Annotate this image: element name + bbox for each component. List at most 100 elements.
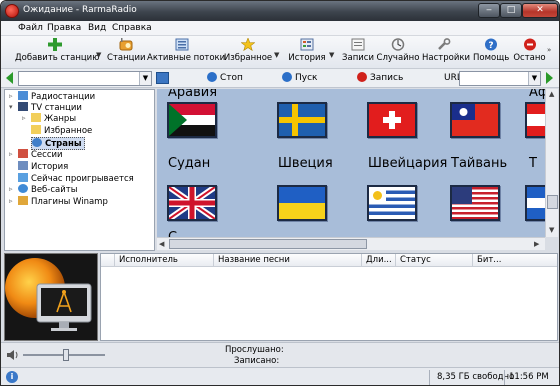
- country-name[interactable]: С: [168, 230, 177, 237]
- stop-button[interactable]: Стоп: [207, 72, 243, 86]
- country-name[interactable]: Швеция: [278, 156, 333, 171]
- flag-partial[interactable]: [525, 102, 545, 138]
- maximize-button[interactable]: □: [500, 3, 522, 18]
- expand-winamp-icon[interactable]: ▹: [9, 198, 16, 205]
- expand-sessions-icon[interactable]: ▹: [9, 151, 16, 158]
- scroll-down-icon[interactable]: ▼: [549, 226, 554, 234]
- flag-partial-2[interactable]: [525, 185, 545, 221]
- volume-slider-knob[interactable]: [63, 349, 69, 361]
- country-name[interactable]: Т: [529, 156, 537, 171]
- history-button[interactable]: История: [287, 38, 327, 68]
- record-button[interactable]: Запись: [357, 72, 403, 86]
- country-name[interactable]: Аравия: [168, 89, 217, 100]
- tree-item-history[interactable]: История: [18, 161, 68, 172]
- flag-ukraine[interactable]: [277, 185, 327, 221]
- records-button[interactable]: Записи: [342, 38, 374, 68]
- flag-taiwan[interactable]: [450, 102, 500, 138]
- scroll-right-icon[interactable]: ▶: [534, 240, 539, 248]
- flag-sweden[interactable]: [277, 102, 327, 138]
- tree-item-label: Радиостанции: [31, 92, 96, 102]
- stations-button[interactable]: Станции: [107, 38, 146, 68]
- play-circle-icon: [282, 72, 292, 82]
- back-arrow-icon[interactable]: [6, 72, 13, 84]
- scroll-up-icon[interactable]: ▲: [549, 90, 554, 98]
- flag-switzerland[interactable]: [367, 102, 417, 138]
- vertical-scroll-thumb[interactable]: [547, 195, 558, 209]
- forward-arrow-icon[interactable]: [546, 72, 553, 84]
- collapse-tv-icon[interactable]: ▾: [9, 104, 16, 111]
- stop-label: Стоп: [220, 73, 243, 83]
- expand-websites-icon[interactable]: ▹: [9, 186, 16, 193]
- country-name[interactable]: Тайвань: [451, 156, 507, 171]
- random-button[interactable]: Случайно: [376, 38, 420, 68]
- country-name[interactable]: Аф: [529, 89, 545, 100]
- menu-file[interactable]: Файл: [18, 23, 43, 33]
- switzerland-flag-icon: [369, 104, 415, 136]
- url-chevron-down-icon[interactable]: ▼: [528, 72, 540, 85]
- column-length[interactable]: Дли...: [362, 254, 396, 267]
- tree-item-genres[interactable]: Жанры: [31, 113, 76, 124]
- sessions-icon: [18, 149, 28, 158]
- countries-grid: Аравия Аф Судан Швеция Швейцария Тайвань…: [157, 89, 545, 237]
- menu-view[interactable]: Вид: [88, 23, 106, 33]
- favorites-label: Избранное: [223, 53, 273, 63]
- taiwan-flag-icon: [452, 104, 498, 136]
- country-name[interactable]: Судан: [168, 156, 210, 171]
- country-name[interactable]: Швейцария: [368, 156, 447, 171]
- vertical-scrollbar[interactable]: ▲ ▼: [545, 89, 558, 237]
- history-dropdown-icon[interactable]: ▼: [329, 51, 334, 59]
- horizontal-scrollbar[interactable]: ◀ ▶: [157, 237, 545, 250]
- folder-star-icon: [31, 125, 41, 134]
- stop-circle-icon: [207, 72, 217, 82]
- sudan-flag-icon: [169, 104, 215, 136]
- favorites-dropdown-icon[interactable]: ▼: [274, 51, 279, 59]
- toolbar-overflow-icon[interactable]: »: [547, 46, 551, 54]
- partial-flag-2-icon: [527, 187, 545, 219]
- flag-sudan[interactable]: [167, 102, 217, 138]
- menu-edit[interactable]: Правка: [47, 23, 81, 33]
- play-button[interactable]: Пуск: [282, 72, 317, 86]
- column-song-title[interactable]: Название песни: [214, 254, 362, 267]
- star-icon: [241, 38, 255, 51]
- chevron-down-icon[interactable]: ▼: [139, 72, 151, 85]
- info-icon[interactable]: i: [6, 371, 18, 383]
- station-combo[interactable]: ▼: [18, 71, 152, 86]
- history-icon: [300, 38, 314, 51]
- column-artist[interactable]: Исполнитель: [115, 254, 214, 267]
- active-streams-button[interactable]: Активные потоки: [147, 38, 225, 68]
- url-input[interactable]: ▼: [459, 71, 541, 86]
- add-station-dropdown-icon[interactable]: ▼: [96, 51, 101, 59]
- flag-uruguay[interactable]: [367, 185, 417, 221]
- status-separator: [504, 370, 505, 385]
- flag-usa[interactable]: [450, 185, 500, 221]
- tree-item-websites[interactable]: Веб-сайты: [18, 184, 77, 195]
- menu-help[interactable]: Справка: [112, 23, 152, 33]
- favorites-button[interactable]: Избранное: [223, 38, 273, 68]
- tree-item-now-playing[interactable]: Сейчас проигрывается: [18, 173, 134, 184]
- tree-item-radio-stations[interactable]: Радиостанции: [18, 91, 95, 102]
- settings-button[interactable]: Настройки: [422, 38, 470, 68]
- help-button[interactable]: ? Помощь: [473, 38, 509, 68]
- tree-item-tv-stations[interactable]: TV станции: [18, 102, 82, 113]
- column-bitrate[interactable]: Бит...: [473, 254, 557, 267]
- screen-icon[interactable]: [156, 72, 169, 84]
- now-playing-icon: [18, 173, 28, 182]
- usa-flag-icon: [452, 187, 498, 219]
- expand-radio-icon[interactable]: ▹: [9, 93, 16, 100]
- close-button[interactable]: ✕: [522, 3, 558, 18]
- flag-united-kingdom[interactable]: [167, 185, 217, 221]
- horizontal-scroll-thumb[interactable]: [169, 239, 367, 249]
- tree-item-sessions[interactable]: Сессии: [18, 149, 63, 160]
- volume-icon[interactable]: [7, 349, 19, 361]
- title-bar[interactable]: Ожидание - RarmaRadio ‒ □ ✕: [1, 1, 559, 21]
- expand-genres-icon[interactable]: ▹: [22, 115, 29, 122]
- stop-toolbar-label: Остано: [513, 53, 546, 63]
- tree-item-winamp-plugins[interactable]: Плагины Winamp: [18, 196, 108, 207]
- scroll-left-icon[interactable]: ◀: [159, 240, 164, 248]
- column-status[interactable]: Статус: [396, 254, 473, 267]
- add-station-button[interactable]: Добавить станцию: [15, 38, 99, 68]
- folder-icon: [31, 113, 41, 122]
- minimize-button[interactable]: ‒: [478, 3, 500, 18]
- tree-item-favorites[interactable]: Избранное: [31, 125, 92, 136]
- stop-toolbar-button[interactable]: Остано: [513, 38, 546, 68]
